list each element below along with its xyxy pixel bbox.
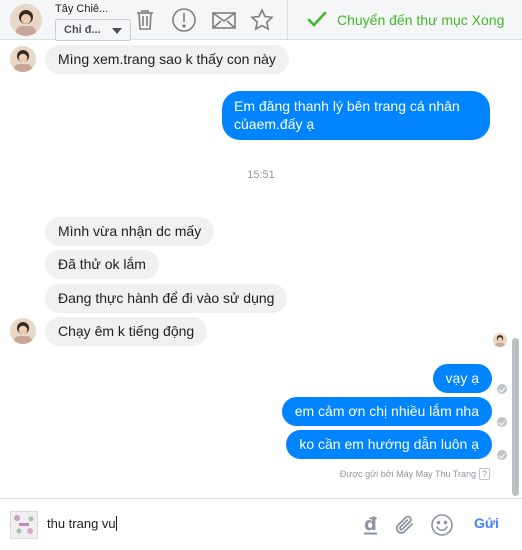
header-divider bbox=[287, 0, 288, 40]
svg-text:đ: đ bbox=[364, 514, 377, 535]
delivered-check-icon bbox=[497, 417, 507, 427]
delivered-check-icon bbox=[497, 384, 507, 394]
contact-avatar-small[interactable] bbox=[10, 46, 36, 72]
incoming-message: Mìng xem.trang sao k thấy con này bbox=[45, 45, 289, 74]
checkmark-icon bbox=[307, 11, 327, 27]
conversation-header: Tây Chiê... Chỉ đ... Chuyển đến thư mục … bbox=[0, 0, 522, 41]
help-icon[interactable]: ? bbox=[478, 468, 490, 480]
timestamp: 15:51 bbox=[247, 169, 275, 181]
message-line: củaem.đấy ạ bbox=[234, 116, 315, 132]
send-button[interactable]: Gửi bbox=[474, 515, 499, 531]
seen-avatar bbox=[493, 333, 507, 347]
incoming-message: Đã thử ok lắm bbox=[45, 250, 159, 279]
message-input-value: thu trang vu bbox=[47, 516, 116, 531]
label-dropdown-value: Chỉ đ... bbox=[64, 24, 101, 36]
outgoing-message: ko cần em hướng dẫn luôn ạ bbox=[286, 430, 492, 459]
sent-by-text: Được gửi bởi Máy May Thu Trang bbox=[339, 469, 476, 479]
incoming-message: Đang thực hành để đi vào sử dụng bbox=[45, 284, 288, 313]
scrollbar[interactable] bbox=[512, 338, 519, 496]
page-thumbnail[interactable] bbox=[10, 511, 38, 539]
outgoing-message: vạy ạ bbox=[432, 364, 492, 393]
chevron-down-icon bbox=[112, 28, 122, 34]
contact-avatar[interactable] bbox=[10, 4, 42, 36]
mail-icon[interactable] bbox=[210, 6, 238, 34]
message-line: Em đăng thanh lý bên trang cá nhân bbox=[234, 98, 460, 114]
spam-warning-icon[interactable] bbox=[170, 6, 198, 34]
star-icon[interactable] bbox=[248, 6, 276, 34]
incoming-message: Mình vừa nhận dc mấy bbox=[45, 217, 215, 246]
attachment-icon[interactable] bbox=[393, 513, 417, 542]
move-to-done-button[interactable]: Chuyển đến thư mục Xong bbox=[307, 8, 504, 32]
move-to-done-label: Chuyển đến thư mục Xong bbox=[337, 12, 505, 28]
message-composer: thu trang vu đ Gửi bbox=[0, 498, 522, 550]
contact-name[interactable]: Tây Chiê... bbox=[55, 3, 135, 15]
incoming-message: Chạy êm k tiếng động bbox=[45, 317, 208, 346]
sent-by-note: Được gửi bởi Máy May Thu Trang? bbox=[339, 468, 490, 480]
outgoing-message: em cảm ơn chị nhiều lắm nha bbox=[281, 397, 492, 426]
message-input[interactable]: thu trang vu bbox=[47, 516, 117, 531]
text-cursor bbox=[115, 516, 117, 531]
label-dropdown[interactable]: Chỉ đ... bbox=[55, 19, 131, 41]
trash-icon[interactable] bbox=[131, 6, 159, 34]
emoji-icon[interactable] bbox=[430, 513, 454, 542]
delivered-check-icon bbox=[497, 450, 507, 460]
contact-avatar-small[interactable] bbox=[10, 318, 36, 344]
outgoing-message: Em đăng thanh lý bên trang cá nhân củaem… bbox=[222, 91, 490, 140]
currency-dong-icon[interactable]: đ bbox=[362, 513, 380, 540]
